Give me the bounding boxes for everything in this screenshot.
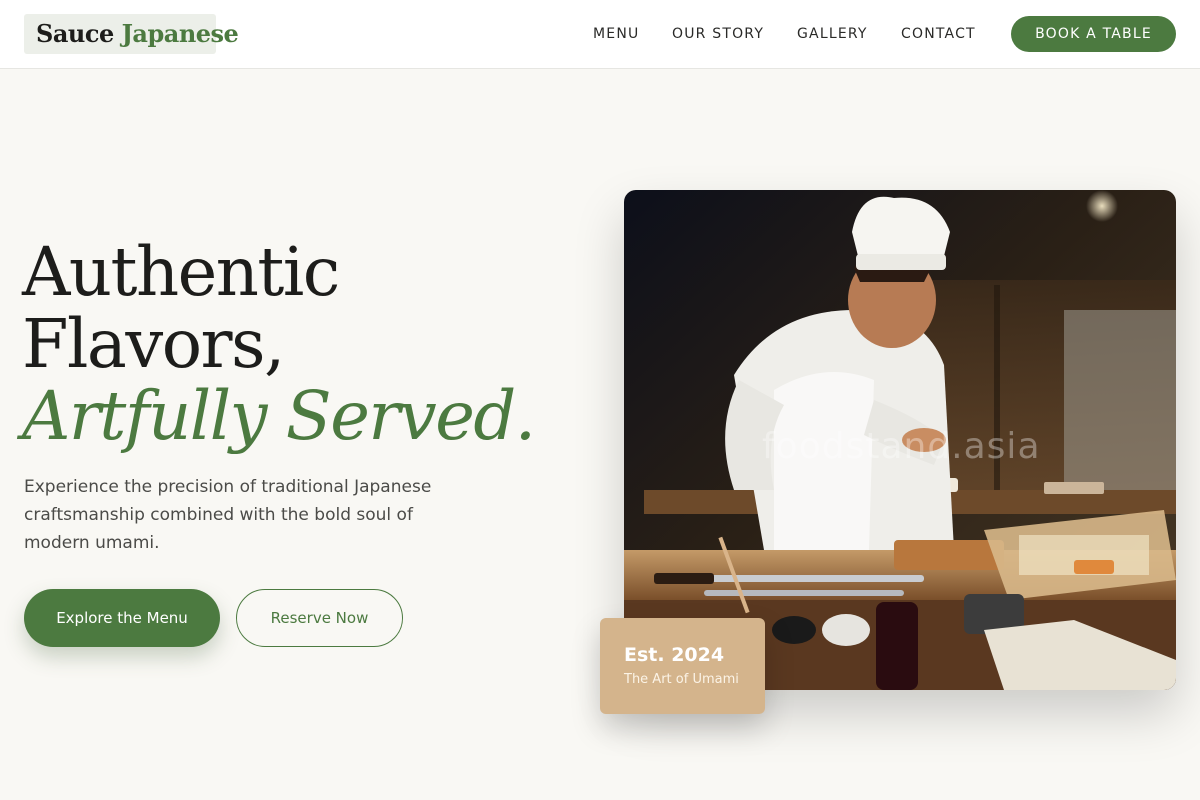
image-watermark: foodstand.asia <box>762 426 1041 467</box>
established-badge: Est. 2024 The Art of Umami <box>600 618 765 714</box>
headline-line-2: Flavors, <box>22 305 285 383</box>
nav-link-our-story[interactable]: OUR STORY <box>672 24 764 44</box>
nav-link-gallery[interactable]: GALLERY <box>797 24 868 44</box>
brand-name-second: Japanese <box>121 19 239 48</box>
headline-accent: Artfully Served. <box>22 377 536 455</box>
headline-line-1: Authentic <box>22 233 340 311</box>
nav-link-menu[interactable]: MENU <box>593 24 639 44</box>
hero-description: Experience the precision of traditional … <box>24 477 432 553</box>
explore-menu-button[interactable]: Explore the Menu <box>24 589 220 647</box>
badge-subtitle: The Art of Umami <box>624 672 739 687</box>
hero-headline: Authentic Flavors, Artfully Served. <box>22 236 582 452</box>
brand-name-first: Sauce <box>36 19 114 48</box>
site-header: Sauce Japanese MENU OUR STORY GALLERY CO… <box>0 0 1200 69</box>
hero-image-chef: foodstand.asia <box>624 190 1176 690</box>
brand-logo[interactable]: Sauce Japanese <box>24 14 239 54</box>
reserve-now-button[interactable]: Reserve Now <box>236 589 403 647</box>
book-a-table-button[interactable]: BOOK A TABLE <box>1011 16 1176 52</box>
badge-title: Est. 2024 <box>624 644 725 666</box>
nav-link-contact[interactable]: CONTACT <box>901 24 976 44</box>
